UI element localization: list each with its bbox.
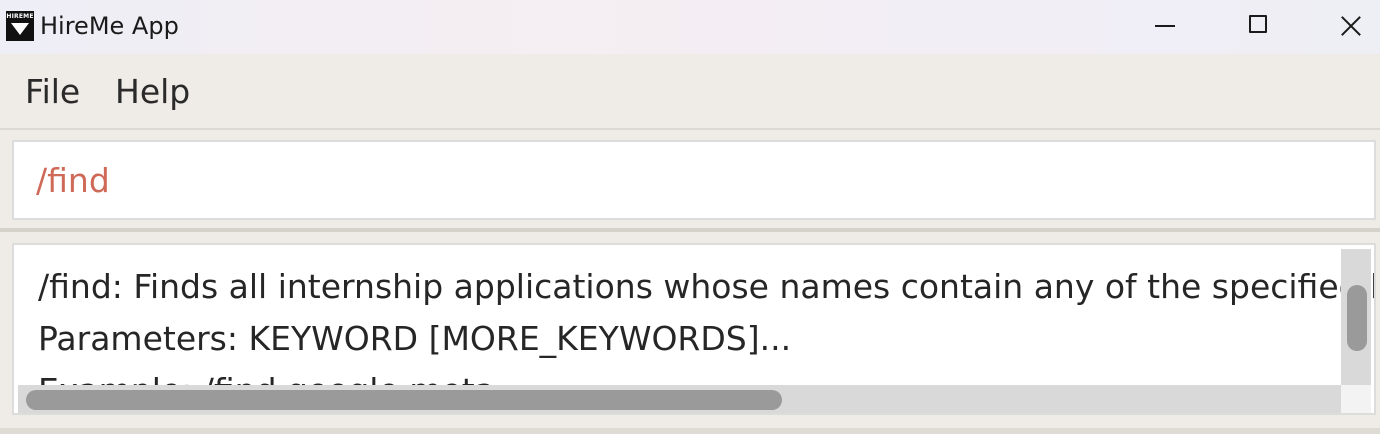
result-line: /find: Finds all internship applications… <box>38 267 1374 306</box>
maximize-icon <box>1249 15 1267 33</box>
section-divider[interactable] <box>0 228 1380 232</box>
result-line: Parameters: KEYWORD [MORE_KEYWORDS]... <box>38 319 792 358</box>
horizontal-scrollbar-thumb[interactable] <box>26 390 782 410</box>
minimize-button[interactable] <box>1120 0 1212 54</box>
menu-bar: File Help <box>0 54 1380 130</box>
command-input[interactable] <box>36 160 1336 200</box>
maximize-button[interactable] <box>1212 0 1304 54</box>
scrollbar-corner <box>1341 385 1371 413</box>
command-box <box>12 140 1376 220</box>
menu-file[interactable]: File <box>25 72 80 111</box>
window-title: HireMe App <box>40 12 179 40</box>
minimize-icon <box>1155 25 1175 27</box>
close-icon <box>1340 15 1362 37</box>
bottom-divider <box>0 428 1380 434</box>
vertical-scrollbar-thumb[interactable] <box>1347 285 1367 351</box>
close-button[interactable] <box>1304 0 1380 54</box>
result-display[interactable]: /find: Finds all internship applications… <box>12 243 1376 415</box>
menu-help[interactable]: Help <box>115 72 190 111</box>
title-bar: HIREME HireMe App <box>0 0 1380 54</box>
hireme-logo-icon: HIREME <box>6 11 34 41</box>
